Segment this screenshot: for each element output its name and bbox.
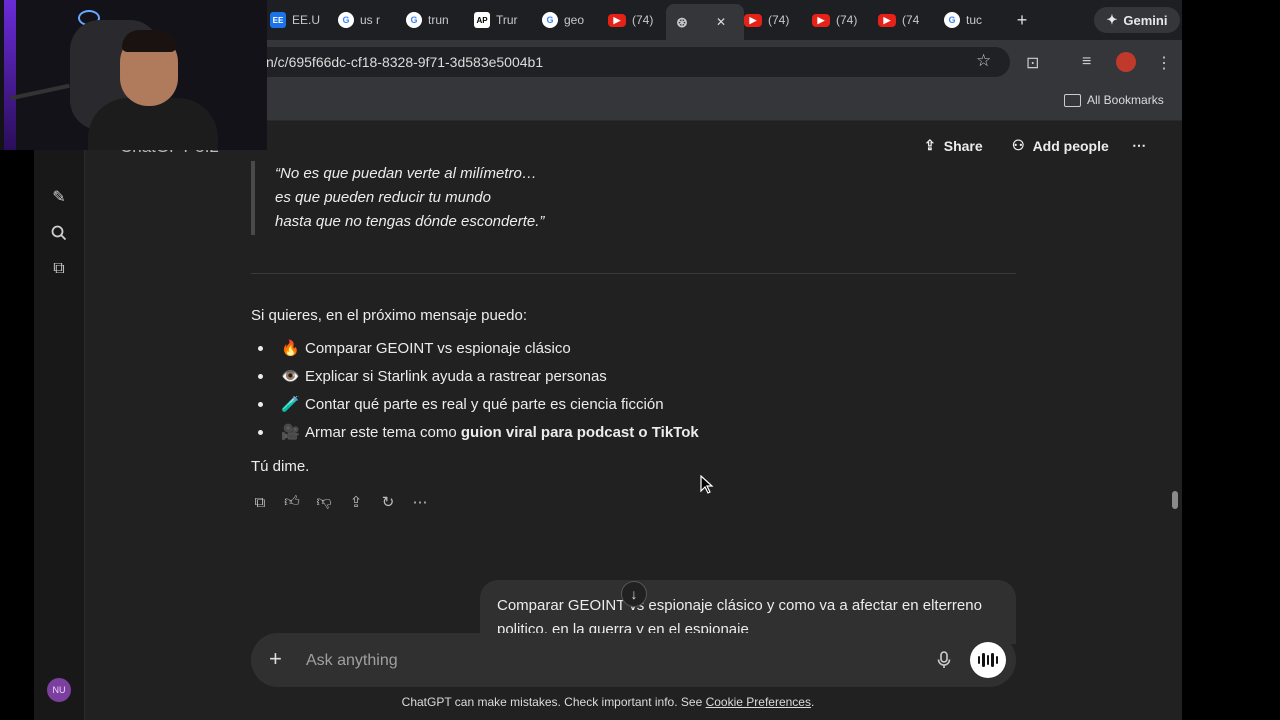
response-outro: Tú dime. [251,458,310,475]
google-favicon-icon: G [542,12,558,28]
tab-youtube-2[interactable]: ▶ (74) [744,8,802,32]
new-tab-button[interactable]: + [1010,8,1034,32]
list-item: 🧪 Contar qué parte es real y qué parte es… [258,395,664,413]
regenerate-icon[interactable]: ↻ [379,493,397,511]
plus-icon[interactable]: + [269,648,282,670]
message-actions: ⧉ 👍︎ 👎︎ ⇪ ↻ ⋯ [251,493,429,511]
share-icon: ⇪ [924,137,936,153]
tab-google-1[interactable]: Gus r [338,8,396,32]
ap-favicon-icon: AP [474,12,490,28]
google-favicon-icon: G [944,12,960,28]
list-item: 🎥 Armar este tema como guion viral para p… [258,423,699,441]
youtube-favicon-icon: ▶ [878,13,896,27]
scroll-down-icon[interactable]: ↓ [621,581,647,607]
response-intro: Si quieres, en el próximo mensaje puedo: [251,307,527,324]
eye-icon: 👁️ [281,368,300,385]
add-person-icon: ⚇ [1012,137,1025,153]
tab-ap[interactable]: AP Trur [474,8,532,32]
tab-youtube-1[interactable]: ▶ (74) [608,8,666,32]
microphone-icon[interactable] [937,651,951,673]
test-tube-icon: 🧪 [281,396,300,413]
browser-menu-icon[interactable]: ⋮ [1156,53,1172,73]
quote-line: “No es que puedan verte al milímetro… [275,165,537,182]
youtube-favicon-icon: ▶ [744,13,762,27]
tab-google-3[interactable]: Ggeo [542,8,600,32]
divider [251,273,1016,274]
profile-avatar-icon[interactable] [1116,52,1136,72]
add-people-button[interactable]: ⚇ Add people [1012,137,1109,154]
bookmark-star-icon[interactable]: ☆ [976,51,991,71]
search-icon[interactable] [49,223,69,243]
all-bookmarks-button[interactable]: All Bookmarks [1064,93,1164,107]
tab-google-2[interactable]: Gtrun [406,8,464,32]
url-text: n/c/695f66dc-cf18-8328-9f71-3d583e5004b1 [266,54,544,70]
fire-icon: 🔥 [281,340,300,357]
google-favicon-icon: G [406,12,422,28]
camera-icon: 🎥 [281,424,300,441]
share-button[interactable]: ⇪ Share [924,137,983,154]
copy-icon[interactable]: ⧉ [251,493,269,511]
more-icon[interactable]: ⋯ [411,493,429,511]
chatgpt-favicon-icon: ⊛ [676,13,688,30]
thumbs-up-icon[interactable]: 👍︎ [283,493,301,511]
prompt-input[interactable] [304,633,908,689]
mouse-cursor-icon [700,475,714,494]
gemini-button[interactable]: ✦ Gemini [1094,7,1180,33]
list-item: 👁️ Explicar si Starlink ayuda a rastrear … [258,367,607,385]
sidebar: ✎ ⧉ NU [34,121,85,720]
folder-icon [1064,93,1081,107]
new-chat-icon[interactable]: ✎ [49,187,69,207]
tab-youtube-4[interactable]: ▶ (74 [878,8,936,32]
tab-google-4[interactable]: Gtuc [944,8,1002,32]
share-message-icon[interactable]: ⇪ [347,493,365,511]
disclaimer: ChatGPT can make mistakes. Check importa… [401,695,815,709]
library-icon[interactable]: ⧉ [49,259,69,279]
quote-line: es que pueden reducir tu mundo [275,189,491,206]
tab-ee[interactable]: EE EE.U [270,8,328,32]
more-options-icon[interactable]: ⋯ [1132,137,1146,154]
ee-favicon-icon: EE [270,12,286,28]
youtube-favicon-icon: ▶ [608,13,626,27]
thumbs-down-icon[interactable]: 👎︎ [315,493,333,511]
cookie-preferences-link[interactable]: Cookie Preferences [706,695,811,709]
voice-mode-button[interactable] [970,642,1006,678]
tab-chatgpt-active[interactable]: ⊛ ✕ [666,4,744,40]
close-tab-icon[interactable]: ✕ [716,15,726,29]
tab-search-icon[interactable]: ⊡ [1026,53,1039,73]
composer: + [251,633,1016,689]
tab-youtube-3[interactable]: ▶ (74) [812,8,870,32]
scrollbar-thumb[interactable] [1172,491,1178,509]
media-control-icon[interactable]: ≡ [1082,53,1091,71]
list-item: 🔥 Comparar GEOINT vs espionaje clásico [258,339,571,357]
chatgpt-page: ✎ ⧉ NU ChatGPT 5.2 ⇪Share ⚇Add people ⋯ … [34,121,1182,720]
google-favicon-icon: G [338,12,354,28]
youtube-favicon-icon: ▶ [812,13,830,27]
quote-bar [251,161,255,235]
sparkle-icon: ✦ [1106,12,1118,27]
quote-line: hasta que no tengas dónde esconderte.” [275,213,545,230]
webcam-overlay [0,0,267,150]
